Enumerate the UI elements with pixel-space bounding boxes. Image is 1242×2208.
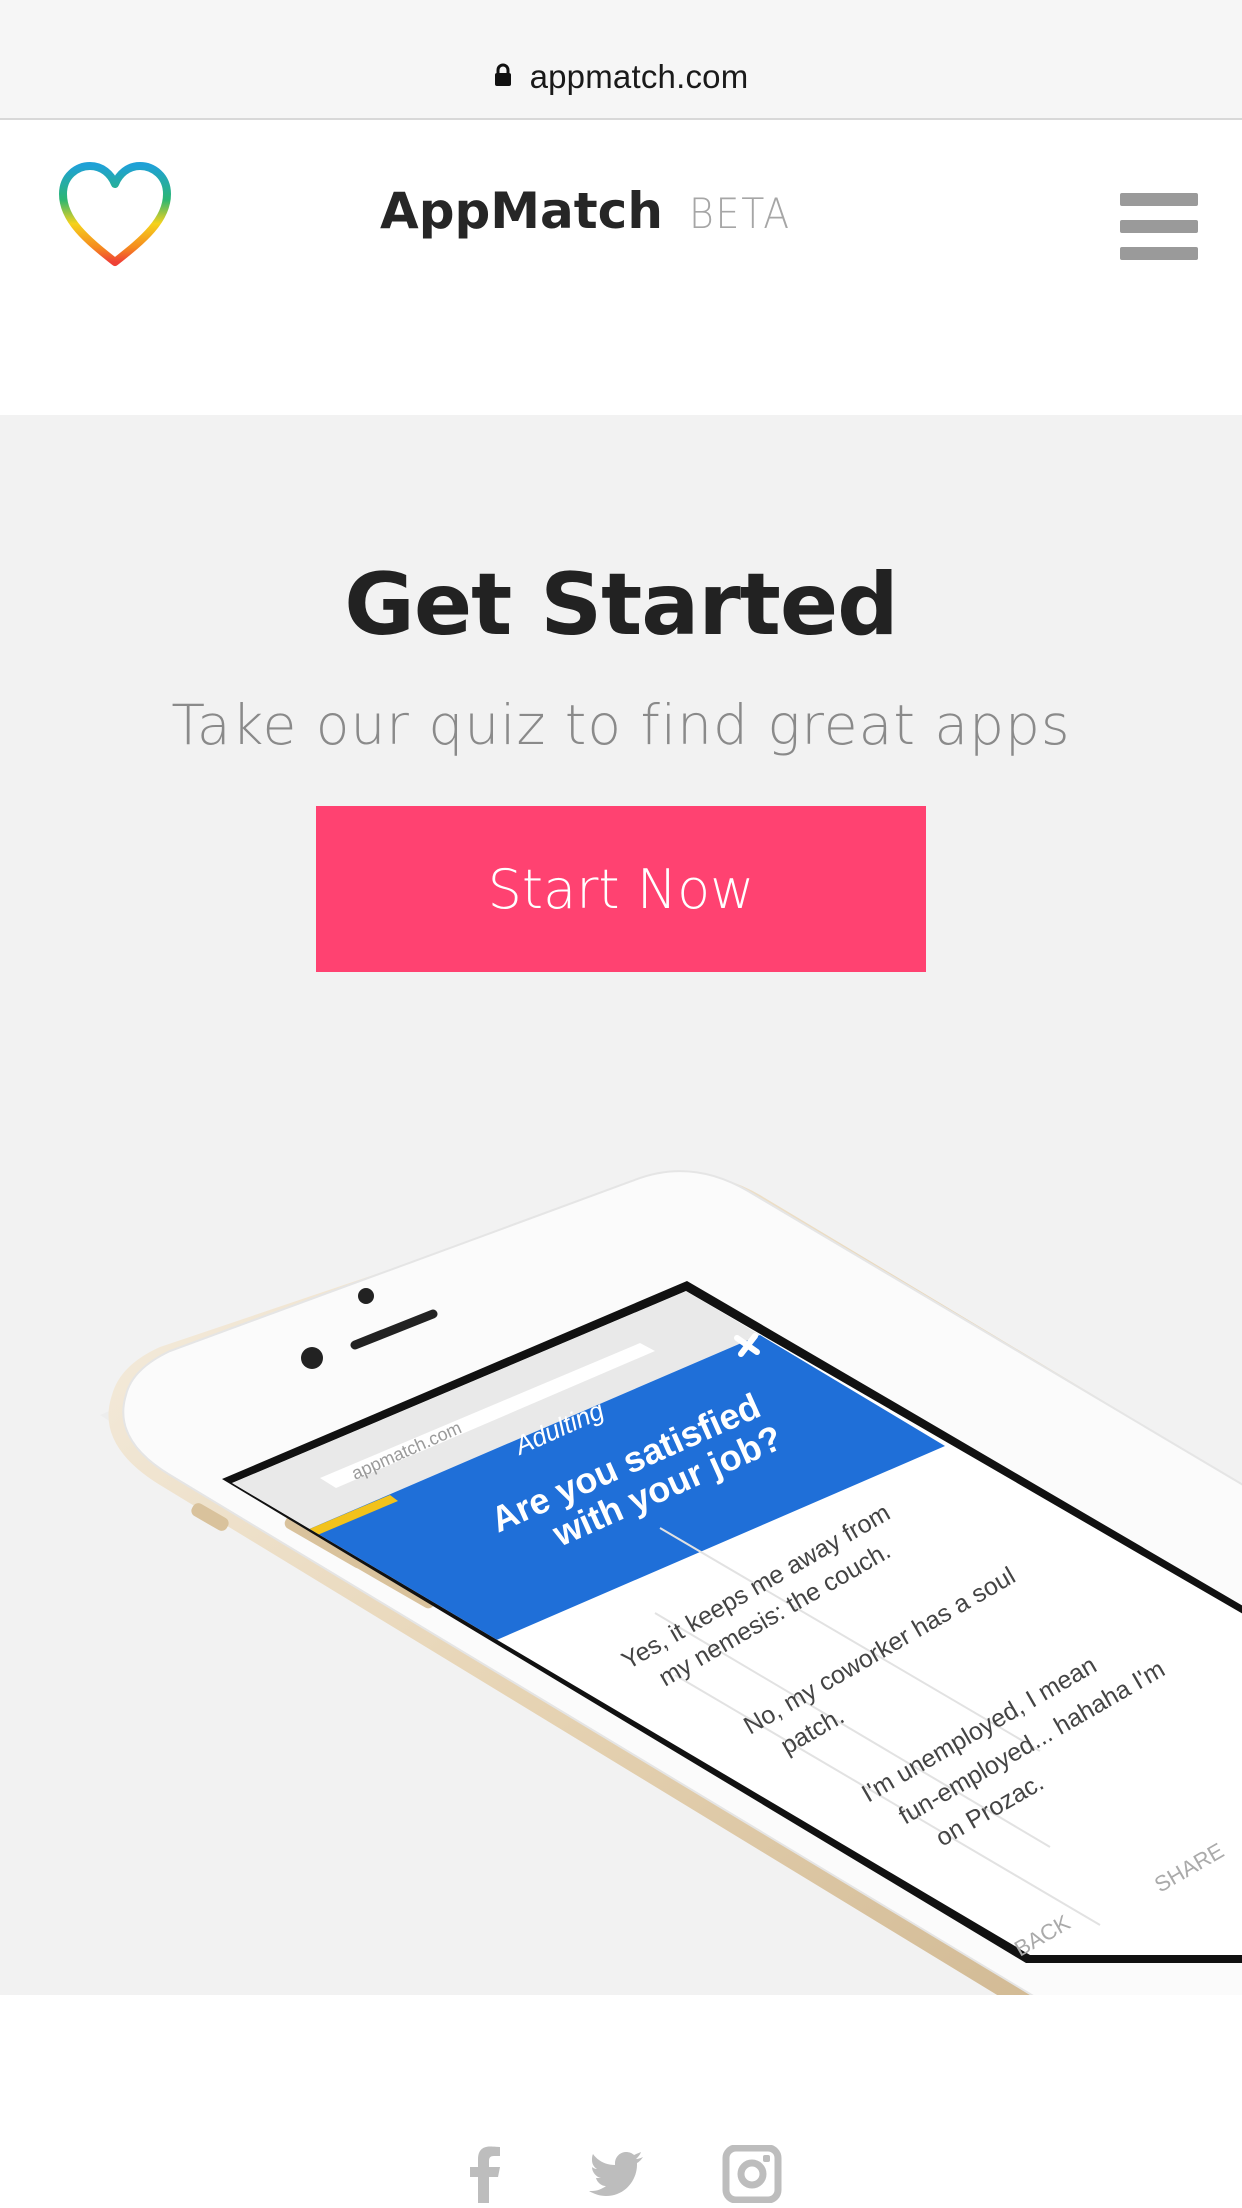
brand[interactable]: AppMatch BETA bbox=[380, 182, 802, 240]
browser-url-bar[interactable]: appmatch.com bbox=[0, 0, 1242, 120]
lock-icon bbox=[494, 63, 511, 87]
hero-subtitle: Take our quiz to find great apps bbox=[171, 693, 1071, 757]
start-now-button[interactable]: Start Now bbox=[316, 806, 926, 972]
facebook-icon[interactable] bbox=[455, 2145, 515, 2203]
heart-icon[interactable] bbox=[57, 162, 173, 272]
url-text: appmatch.com bbox=[529, 58, 749, 95]
brand-name: AppMatch bbox=[380, 182, 663, 240]
twitter-icon[interactable] bbox=[585, 2145, 645, 2203]
footer bbox=[0, 1995, 1242, 2208]
url-display[interactable]: appmatch.com bbox=[0, 58, 1242, 96]
hamburger-line bbox=[1120, 193, 1198, 206]
hero-title: Get Started bbox=[344, 555, 898, 655]
hero-section: Get Started Take our quiz to find great … bbox=[0, 415, 1242, 1995]
hamburger-line bbox=[1120, 220, 1198, 233]
brand-beta-tag: BETA bbox=[688, 189, 791, 238]
hamburger-icon[interactable] bbox=[1120, 193, 1198, 261]
site-header: AppMatch BETA bbox=[0, 122, 1242, 415]
hamburger-line bbox=[1120, 247, 1198, 260]
phone-illustration: appmatch.com Adulting Are you satisfied … bbox=[100, 1170, 1242, 1995]
instagram-icon[interactable] bbox=[722, 2145, 782, 2203]
